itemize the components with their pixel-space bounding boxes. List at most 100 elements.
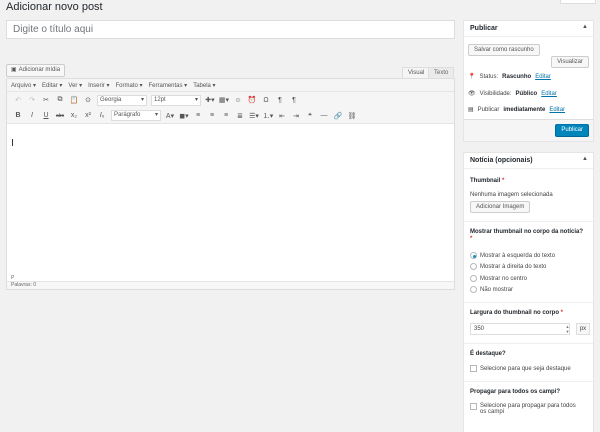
font-family-select[interactable]: Georgia ▾ bbox=[97, 94, 147, 106]
blockquote-icon[interactable]: ❝ bbox=[303, 109, 317, 123]
help-tab[interactable] bbox=[560, 0, 596, 4]
word-count: Palavras: 0 bbox=[7, 281, 454, 289]
edit-visibility-link[interactable]: Editar bbox=[541, 91, 557, 97]
publish-footer: Publicar bbox=[464, 119, 593, 141]
indent-icon[interactable]: ⇥ bbox=[289, 109, 303, 123]
calendar-icon: ▤ bbox=[468, 107, 474, 113]
thumb-option-label: Não mostrar bbox=[480, 286, 514, 293]
find-replace-icon[interactable]: ⊙ bbox=[81, 93, 95, 107]
edit-schedule-link[interactable]: Editar bbox=[549, 107, 565, 113]
menu-arquivo[interactable]: Arquivo ▾ bbox=[11, 82, 36, 89]
editor-content-area[interactable] bbox=[7, 125, 454, 273]
caret-up-icon[interactable]: ▲ bbox=[582, 24, 588, 30]
publish-box-header[interactable]: Publicar ▲ bbox=[464, 21, 593, 37]
radio-button[interactable] bbox=[470, 286, 477, 293]
thumb-option-none[interactable]: Não mostrar bbox=[470, 286, 513, 293]
paragraph-ltr-icon[interactable]: ¶ bbox=[273, 93, 287, 107]
align-left-icon[interactable]: ≡ bbox=[191, 109, 205, 123]
paragraph-rtl-icon[interactable]: ¶ bbox=[287, 93, 301, 107]
edit-status-link[interactable]: Editar bbox=[535, 74, 551, 80]
numbered-list-icon[interactable]: ⒈▾ bbox=[261, 109, 275, 123]
chevron-down-icon: ▾ bbox=[154, 112, 158, 118]
insert-plus-icon[interactable]: ✚▾ bbox=[203, 93, 217, 107]
propagate-label: Propagar para todos os campi? bbox=[470, 389, 561, 395]
copy-icon[interactable]: ⧉ bbox=[53, 93, 67, 107]
noticia-box-header[interactable]: Notícia (opcionais) ▲ bbox=[464, 153, 593, 169]
divider bbox=[464, 302, 593, 303]
number-spinner-icon[interactable]: ▲ ▼ bbox=[565, 324, 570, 334]
thumb-option-label: Mostrar à esquerda do texto bbox=[480, 252, 556, 259]
propagate-checkbox-row[interactable]: Selecione para propagar para todos os cam… bbox=[470, 403, 576, 415]
menu-tabela[interactable]: Tabela ▾ bbox=[193, 82, 215, 89]
pin-icon: 📍 bbox=[468, 74, 476, 80]
radio-button[interactable] bbox=[470, 275, 477, 282]
editor-toolbar-2: B I U abc x₂ x² 𝐼ₓ Parágrafo ▾ A▾ ◼▾ ≡ ≡ … bbox=[7, 108, 454, 124]
thumb-option-label: Mostrar à direita do texto bbox=[480, 263, 547, 270]
cut-icon[interactable]: ✂ bbox=[39, 93, 53, 107]
thumb-width-input[interactable]: 350 bbox=[470, 323, 570, 335]
highlight-checkbox-row[interactable]: Selecione para que seja destaque bbox=[470, 365, 571, 372]
post-title-input[interactable]: Digite o título aqui bbox=[6, 20, 455, 39]
preview-button[interactable]: Visualizar bbox=[551, 56, 589, 68]
tab-text[interactable]: Texto bbox=[428, 67, 455, 78]
block-format-value: Parágrafo bbox=[114, 112, 141, 118]
menu-ferramentas[interactable]: Ferramentas ▾ bbox=[149, 82, 188, 89]
redo-icon[interactable]: ↷ bbox=[25, 93, 39, 107]
highlight-checkbox-label: Selecione para que seja destaque bbox=[480, 365, 571, 372]
highlight-checkbox[interactable] bbox=[470, 365, 477, 372]
clock-icon[interactable]: ⏰ bbox=[245, 93, 259, 107]
bold-icon[interactable]: B bbox=[11, 109, 25, 123]
radio-button[interactable] bbox=[470, 252, 477, 259]
align-justify-icon[interactable]: ≣ bbox=[233, 109, 247, 123]
thumb-option-right[interactable]: Mostrar à direita do texto bbox=[470, 263, 546, 270]
clear-format-icon[interactable]: 𝐼ₓ bbox=[95, 109, 109, 123]
thumbnail-label: Thumbnail * bbox=[470, 178, 505, 184]
underline-icon[interactable]: U bbox=[39, 109, 53, 123]
horizontal-rule-icon[interactable]: ― bbox=[317, 109, 331, 123]
table-icon[interactable]: ▦▾ bbox=[217, 93, 231, 107]
menu-ver[interactable]: Ver ▾ bbox=[68, 82, 82, 89]
editor-toolbar-1: ↶ ↷ ✂ ⧉ 📋 ⊙ Georgia ▾ 12pt ▾ ✚▾ ▦▾ ☺ ⏰ Ω ¶… bbox=[7, 92, 454, 108]
menu-inserir[interactable]: Inserir ▾ bbox=[88, 82, 109, 89]
italic-icon[interactable]: I bbox=[25, 109, 39, 123]
align-center-icon[interactable]: ≡ bbox=[205, 109, 219, 123]
bullet-list-icon[interactable]: ☰▾ bbox=[247, 109, 261, 123]
tab-visual[interactable]: Visual bbox=[402, 67, 431, 78]
menu-formato[interactable]: Formato ▾ bbox=[115, 82, 142, 89]
text-cursor bbox=[12, 139, 13, 146]
font-size-select[interactable]: 12pt ▾ bbox=[151, 94, 201, 106]
schedule-value: imediatamente bbox=[503, 106, 546, 113]
add-image-button[interactable]: Adicionar Imagem bbox=[470, 201, 531, 213]
menu-editar[interactable]: Editar ▾ bbox=[42, 82, 62, 89]
bg-color-icon[interactable]: ◼▾ bbox=[177, 109, 191, 123]
page-title: Adicionar novo post bbox=[6, 1, 103, 13]
text-color-icon[interactable]: A▾ bbox=[163, 109, 177, 123]
subscript-icon[interactable]: x₂ bbox=[67, 109, 81, 123]
unlink-icon[interactable]: ⛓ bbox=[345, 109, 359, 123]
post-editor: Arquivo ▾ Editar ▾ Ver ▾ Inserir ▾ Forma… bbox=[6, 78, 455, 290]
block-format-select[interactable]: Parágrafo ▾ bbox=[111, 110, 161, 121]
chevron-down-icon: ▾ bbox=[140, 96, 144, 103]
propagate-checkbox-label: Selecione para propagar para todos os cam… bbox=[480, 403, 576, 415]
undo-icon[interactable]: ↶ bbox=[11, 93, 25, 107]
visibility-label: Visibilidade: bbox=[479, 90, 512, 97]
propagate-checkbox[interactable] bbox=[470, 403, 477, 410]
link-icon[interactable]: 🔗 bbox=[331, 109, 345, 123]
add-media-button[interactable]: ▣ Adicionar mídia bbox=[6, 64, 66, 77]
thumb-option-left[interactable]: Mostrar à esquerda do texto bbox=[470, 252, 555, 259]
strikethrough-icon[interactable]: abc bbox=[53, 109, 67, 123]
emoticons-icon[interactable]: ☺ bbox=[231, 93, 245, 107]
font-size-value: 12pt bbox=[154, 96, 166, 103]
special-char-icon[interactable]: Ω bbox=[259, 93, 273, 107]
superscript-icon[interactable]: x² bbox=[81, 109, 95, 123]
align-right-icon[interactable]: ≡ bbox=[219, 109, 233, 123]
publish-button[interactable]: Publicar bbox=[555, 124, 589, 137]
thumb-option-center[interactable]: Mostrar no centro bbox=[470, 275, 527, 282]
save-draft-button[interactable]: Salvar como rascunho bbox=[468, 44, 540, 56]
font-family-value: Georgia bbox=[100, 96, 122, 103]
paste-icon[interactable]: 📋 bbox=[67, 93, 81, 107]
radio-button[interactable] bbox=[470, 263, 477, 270]
no-image-text: Nenhuma imagem selecionada bbox=[470, 192, 553, 198]
caret-up-icon[interactable]: ▲ bbox=[582, 156, 588, 162]
outdent-icon[interactable]: ⇤ bbox=[275, 109, 289, 123]
